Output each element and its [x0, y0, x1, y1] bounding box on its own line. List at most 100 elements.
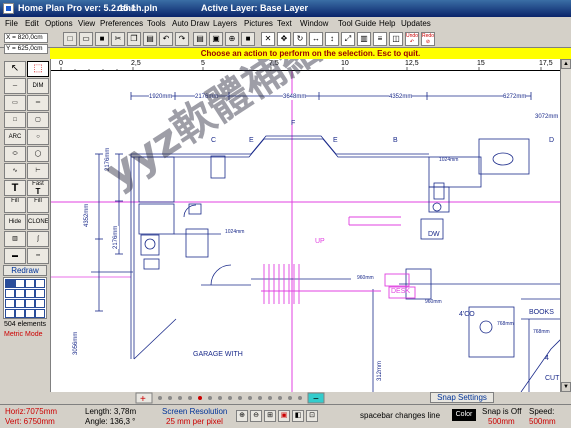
- layer-cell[interactable]: [5, 309, 15, 318]
- select-arrow-icon[interactable]: ↖: [4, 61, 26, 77]
- dashed-line-icon[interactable]: ┅: [27, 248, 49, 264]
- layer-tabs[interactable]: + −: [50, 392, 430, 404]
- menu-window[interactable]: Window: [300, 19, 328, 28]
- layer-cell[interactable]: [15, 299, 25, 308]
- hatch-tool-icon[interactable]: ▥: [4, 231, 26, 247]
- layer-cell[interactable]: [35, 279, 45, 288]
- layer-cell[interactable]: [25, 279, 35, 288]
- color-button[interactable]: Color: [452, 409, 476, 421]
- snap-status: Snap is Off: [482, 407, 522, 416]
- menu-help[interactable]: Help: [379, 19, 395, 28]
- menu-auto-draw[interactable]: Auto Draw: [172, 19, 209, 28]
- group-icon[interactable]: ◫: [389, 32, 403, 46]
- wall-tool-icon[interactable]: ▭: [4, 95, 26, 111]
- status-bar: Horiz:7075mm Vert: 6750mm Length: 3,78m …: [0, 404, 571, 428]
- menu-pictures[interactable]: Pictures: [244, 19, 273, 28]
- new-file-icon[interactable]: □: [63, 32, 77, 46]
- layer-cell[interactable]: [5, 279, 15, 288]
- layer-cell[interactable]: [25, 309, 35, 318]
- spline-tool-icon[interactable]: ʃ: [27, 231, 49, 247]
- menu-edit[interactable]: Edit: [25, 19, 39, 28]
- wall-fill-icon[interactable]: ▬: [4, 248, 26, 264]
- dimension-label: 2176mm: [105, 147, 111, 171]
- clone-tool-icon[interactable]: CLONE: [27, 214, 49, 230]
- circle-tool-icon[interactable]: ○: [27, 129, 49, 145]
- arc-tool-icon[interactable]: ARC: [4, 129, 26, 145]
- undo-button[interactable]: Undo ↶: [405, 32, 419, 46]
- text-tool-icon[interactable]: T: [4, 180, 26, 196]
- layer-cell[interactable]: [35, 309, 45, 318]
- layer-cell[interactable]: [5, 299, 15, 308]
- zoom-fit-icon[interactable]: ▣: [278, 410, 290, 422]
- snap-settings-button[interactable]: Snap Settings: [430, 392, 494, 403]
- menu-layers[interactable]: Layers: [213, 19, 237, 28]
- rotate-selection-icon[interactable]: ↻: [293, 32, 307, 46]
- box-tool-icon[interactable]: □: [4, 112, 26, 128]
- display-icon[interactable]: ■: [241, 32, 255, 46]
- app-icon[interactable]: [3, 3, 14, 14]
- menu-view[interactable]: View: [78, 19, 95, 28]
- hide-tool-icon[interactable]: Hide: [4, 214, 26, 230]
- layer-cell[interactable]: [25, 289, 35, 298]
- dim-tool-icon[interactable]: DIM: [27, 78, 49, 94]
- layer-cell[interactable]: [5, 289, 15, 298]
- flip-horizontal-icon[interactable]: ↔: [309, 32, 323, 46]
- layer-cell[interactable]: [25, 299, 35, 308]
- scroll-down-icon[interactable]: ▼: [561, 382, 571, 392]
- fill-tool-icon[interactable]: Fill: [4, 197, 26, 213]
- delete-selection-icon[interactable]: ✕: [261, 32, 275, 46]
- dimension-arrow-icon[interactable]: ⊢: [27, 163, 49, 179]
- zoom-icon[interactable]: ⊕: [225, 32, 239, 46]
- fast-text-icon[interactable]: Fast T: [27, 180, 49, 196]
- save-icon[interactable]: ■: [95, 32, 109, 46]
- move-selection-icon[interactable]: ✥: [277, 32, 291, 46]
- app-window: Home Plan Pro ver: 5.2.15.1 ranch.pln Ac…: [0, 0, 571, 428]
- menu-updates[interactable]: Updates: [401, 19, 431, 28]
- paste-icon[interactable]: ▤: [143, 32, 157, 46]
- svg-text:−: −: [313, 394, 319, 404]
- redo-icon[interactable]: ↷: [175, 32, 189, 46]
- layer-cell[interactable]: [35, 299, 45, 308]
- undo-icon[interactable]: ↶: [159, 32, 173, 46]
- curve-tool-icon[interactable]: ∿: [4, 163, 26, 179]
- menu-options[interactable]: Options: [45, 19, 73, 28]
- layer-grid[interactable]: [3, 277, 47, 319]
- line-style-icon[interactable]: ≡: [373, 32, 387, 46]
- fill-plus-tool-icon[interactable]: Fill: [27, 197, 49, 213]
- menu-file[interactable]: File: [5, 19, 18, 28]
- redraw-button[interactable]: Redraw: [3, 265, 47, 276]
- print-icon[interactable]: ▤: [193, 32, 207, 46]
- menu-preferences[interactable]: Preferences: [100, 19, 143, 28]
- pan-icon[interactable]: ⊡: [306, 410, 318, 422]
- scroll-up-icon[interactable]: ▲: [561, 59, 571, 69]
- thick-circle-icon[interactable]: ◯: [27, 146, 49, 162]
- open-folder-icon[interactable]: ▭: [79, 32, 93, 46]
- line-tool-icon[interactable]: ─: [4, 78, 26, 94]
- copy-icon[interactable]: ❐: [127, 32, 141, 46]
- zoom-window-icon[interactable]: ⊞: [264, 410, 276, 422]
- layer-cell[interactable]: [15, 289, 25, 298]
- stretch-icon[interactable]: ⤢: [341, 32, 355, 46]
- layer-cell[interactable]: [35, 289, 45, 298]
- flip-vertical-icon[interactable]: ↕: [325, 32, 339, 46]
- zoom-in-icon[interactable]: ⊕: [236, 410, 248, 422]
- zoom-out-icon[interactable]: ⊖: [250, 410, 262, 422]
- drawing-canvas[interactable]: 0 2,5 5 7,5 10 12,5 15 17,5 1920mm 2176m…: [50, 59, 560, 392]
- menu-tools[interactable]: Tools: [147, 19, 166, 28]
- color-selection-icon[interactable]: ▥: [357, 32, 371, 46]
- layer-cell[interactable]: [15, 309, 25, 318]
- menu-tool-guide[interactable]: Tool Guide: [338, 19, 376, 28]
- select-box-icon[interactable]: ⬚: [27, 61, 49, 77]
- layer-cell[interactable]: [15, 279, 25, 288]
- ellipse-tool-icon[interactable]: ⬭: [4, 146, 26, 162]
- horiz-readout: Horiz:7075mm: [5, 407, 58, 416]
- redo-button[interactable]: Redo ⊘: [421, 32, 435, 46]
- cut-icon[interactable]: ✂: [111, 32, 125, 46]
- menu-text[interactable]: Text: [277, 19, 292, 28]
- zoom-previous-icon[interactable]: ◧: [292, 410, 304, 422]
- element-count: 504 elements: [4, 321, 47, 328]
- vertical-scrollbar[interactable]: ▲ ▼: [560, 59, 571, 392]
- double-line-icon[interactable]: ═: [27, 95, 49, 111]
- rounded-box-icon[interactable]: ▢: [27, 112, 49, 128]
- print-preview-icon[interactable]: ▣: [209, 32, 223, 46]
